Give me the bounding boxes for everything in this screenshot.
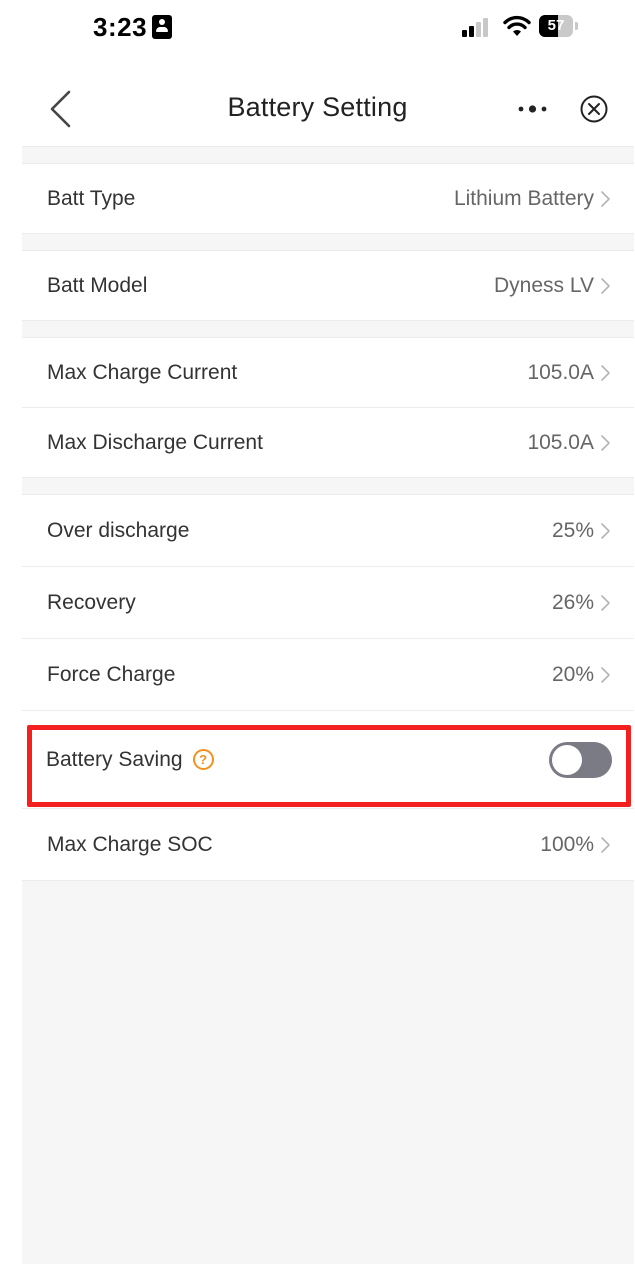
chevron-right-icon: [601, 364, 610, 381]
setting-value: 20%: [551, 662, 594, 686]
setting-label: Max Charge Current: [47, 360, 238, 384]
setting-value: 25%: [551, 518, 594, 542]
setting-label: Recovery: [47, 590, 136, 614]
chevron-right-icon: [601, 190, 610, 207]
chevron-right-icon: [601, 836, 610, 853]
setting-label: Battery Saving: [46, 747, 183, 771]
chevron-right-icon: [601, 666, 610, 683]
cellular-signal-icon: [462, 17, 492, 37]
setting-value: 100%: [540, 832, 594, 856]
battery-saving-toggle[interactable]: [549, 741, 612, 778]
question-circle-icon[interactable]: ?: [192, 748, 214, 770]
close-circle-icon[interactable]: [578, 93, 610, 125]
setting-row-battery-saving: Battery Saving?: [22, 711, 634, 809]
setting-row-max-discharge-current[interactable]: Max Discharge Current 105.0A: [22, 408, 634, 478]
setting-label: Batt Model: [47, 273, 148, 297]
setting-label: Max Charge SOC: [47, 832, 213, 856]
status-bar: 3:23 57: [0, 0, 635, 56]
wifi-icon: [503, 15, 531, 36]
section-divider: [22, 321, 634, 338]
setting-label: Force Charge: [47, 662, 176, 686]
setting-value: Dyness LV: [494, 273, 594, 297]
contact-card-icon: [152, 15, 172, 39]
status-time: 3:23: [93, 12, 148, 42]
toggle-knob: [552, 744, 582, 775]
setting-label-group: Battery Saving?: [46, 748, 214, 772]
battery-percentage: 57: [547, 17, 565, 34]
section-divider: [22, 234, 634, 251]
battery-status-icon: 57: [539, 15, 578, 37]
chevron-right-icon: [601, 434, 610, 451]
setting-row-recovery[interactable]: Recovery 26%: [22, 567, 634, 639]
chevron-right-icon: [601, 277, 610, 294]
setting-row-force-charge[interactable]: Force Charge 20%: [22, 639, 634, 711]
section-divider: [22, 478, 634, 495]
setting-row-batt-type[interactable]: Batt Type Lithium Battery: [22, 164, 634, 234]
setting-row-max-charge-current[interactable]: Max Charge Current 105.0A: [22, 338, 634, 408]
setting-label: Max Discharge Current: [47, 430, 263, 454]
chevron-right-icon: [601, 522, 610, 539]
setting-row-batt-model[interactable]: Batt Model Dyness LV: [22, 251, 634, 321]
setting-value: 105.0A: [527, 360, 594, 384]
section-divider: [22, 147, 634, 164]
setting-row-max-charge-soc[interactable]: Max Charge SOC 100%: [22, 809, 634, 881]
setting-value: 26%: [551, 590, 594, 614]
setting-row-over-discharge[interactable]: Over discharge 25%: [22, 495, 634, 567]
nav-bar: Battery Setting: [0, 70, 635, 148]
more-options-icon[interactable]: [513, 90, 553, 128]
settings-list: Batt Type Lithium Battery Batt Model Dyn…: [22, 146, 634, 1264]
chevron-right-icon: [601, 594, 610, 611]
setting-label: Over discharge: [47, 518, 190, 542]
setting-value: Lithium Battery: [453, 186, 594, 210]
setting-label: Batt Type: [47, 186, 136, 210]
setting-value: 105.0A: [527, 430, 594, 454]
